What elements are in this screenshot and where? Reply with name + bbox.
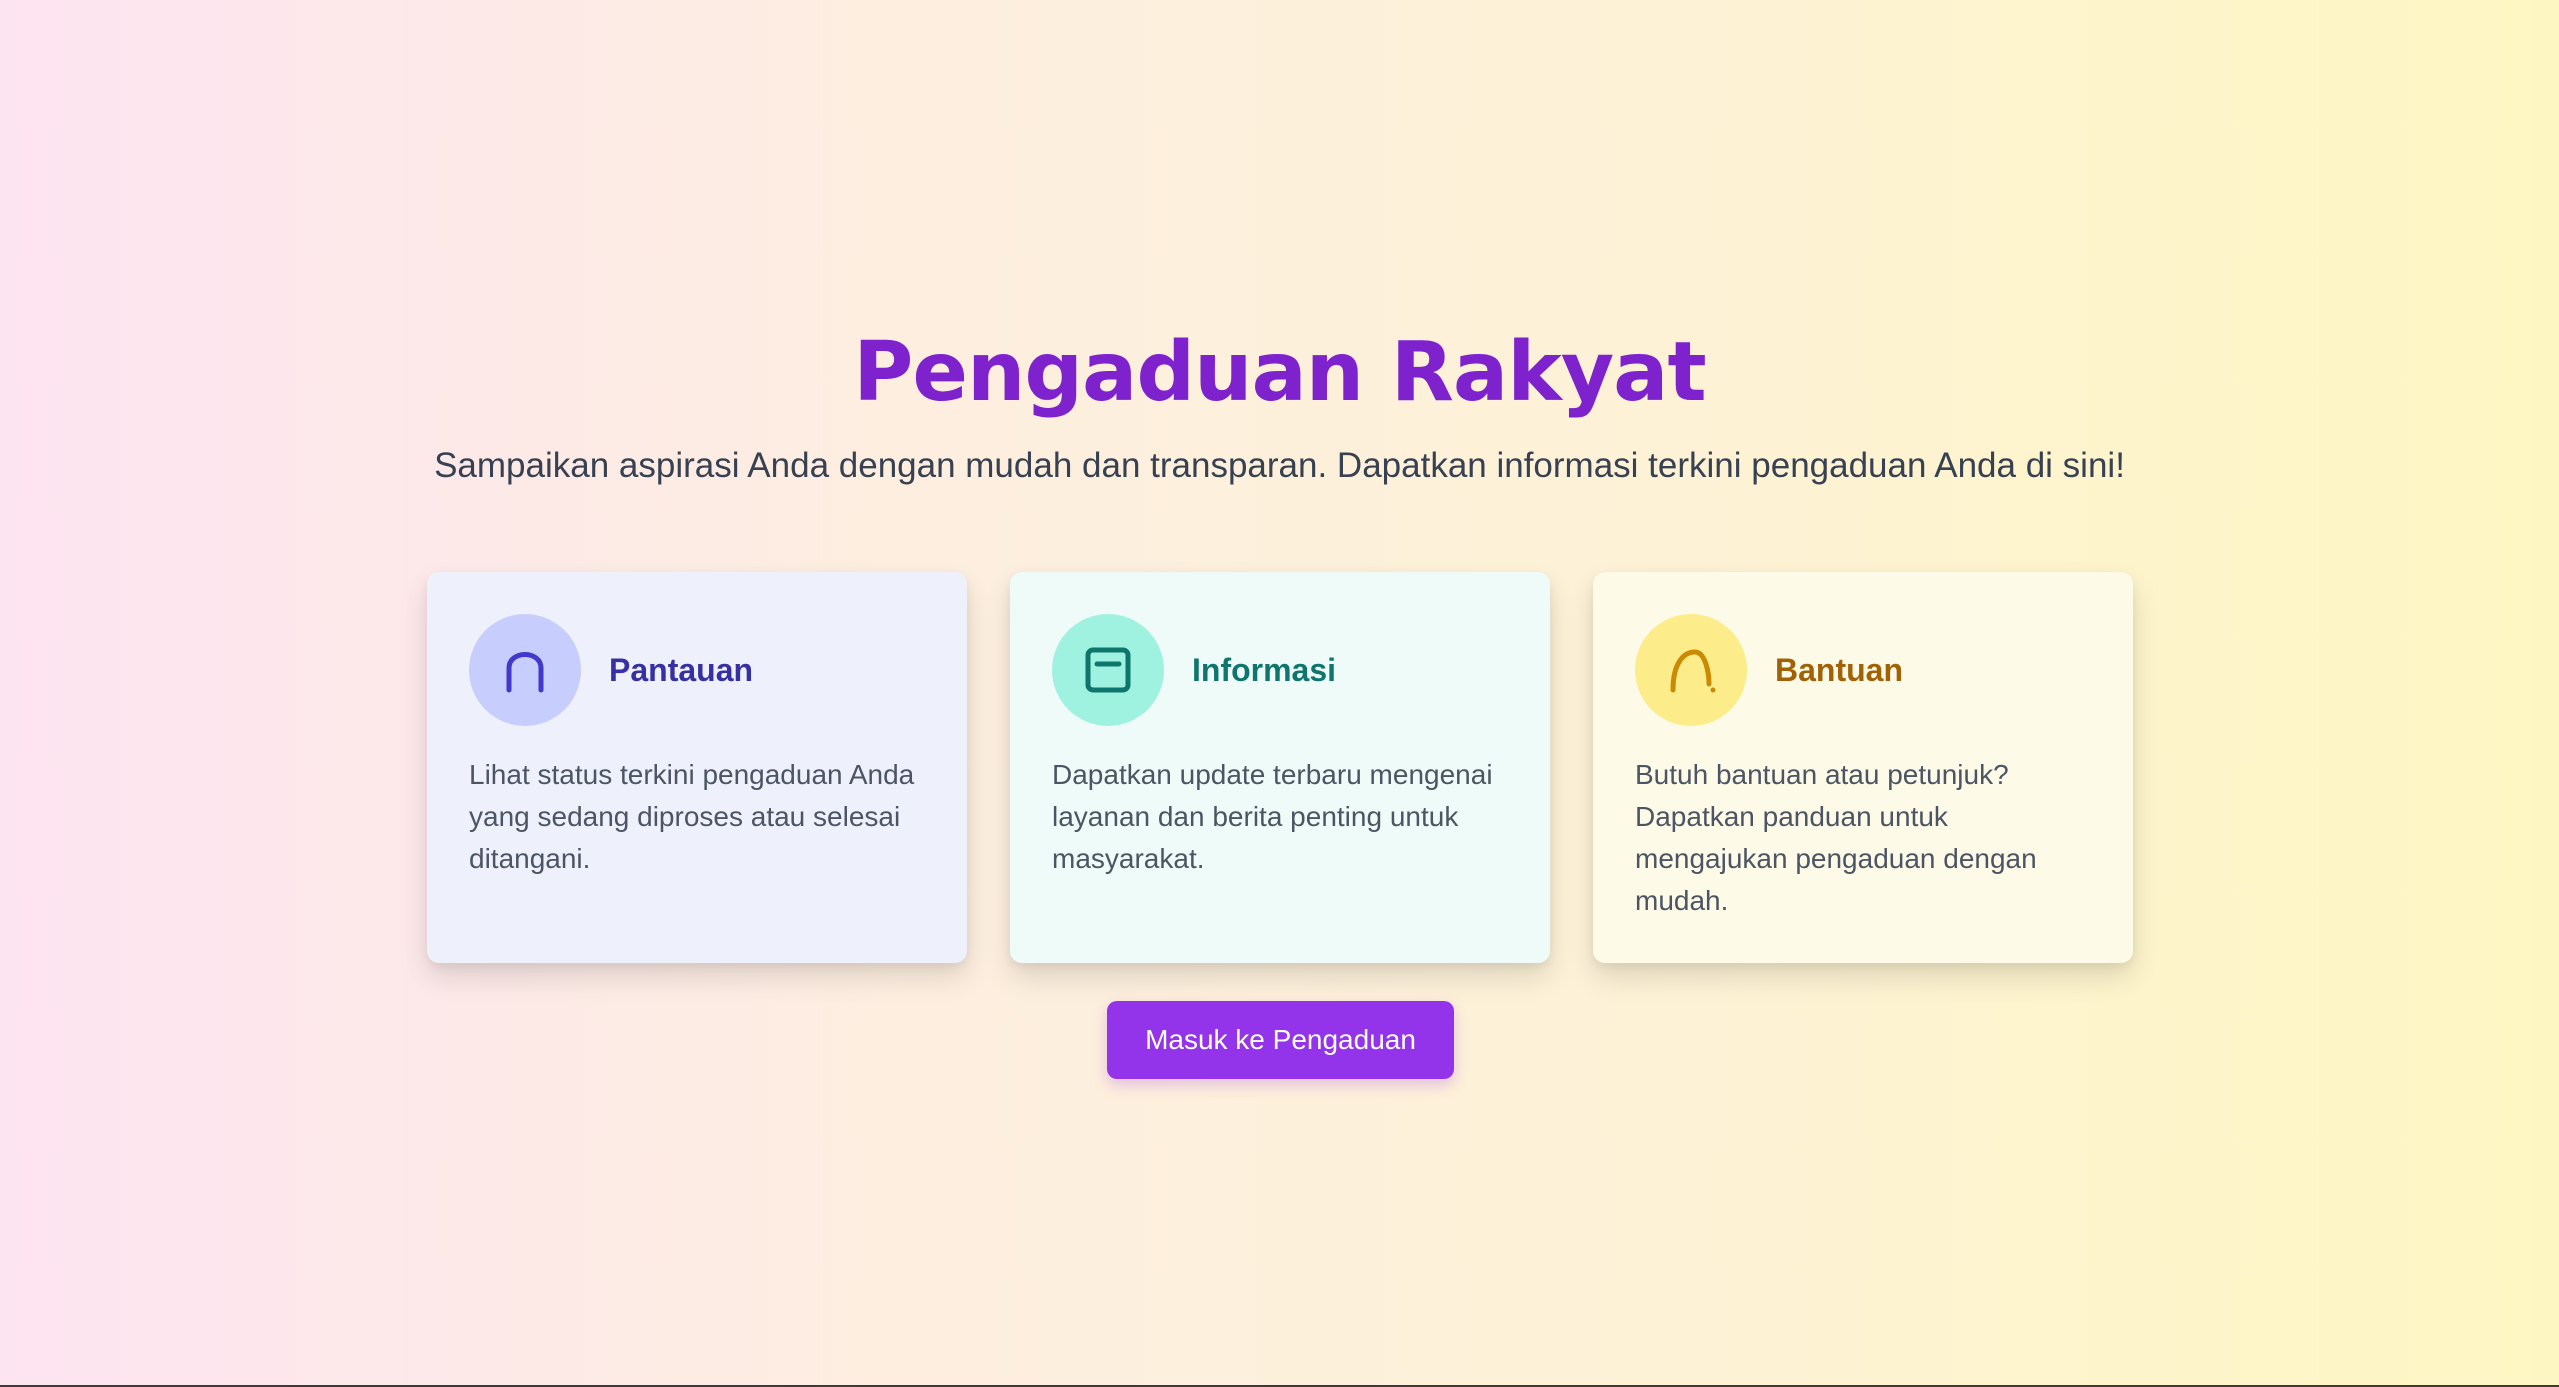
- page-title: Pengaduan Rakyat: [853, 325, 1706, 420]
- card-description: Dapatkan update terbaru mengenai layanan…: [1052, 759, 1493, 874]
- help-curve-icon: [1635, 614, 1747, 726]
- card-informasi: Informasi Dapatkan update terbaru mengen…: [1010, 572, 1550, 963]
- info-box-icon: [1052, 614, 1164, 726]
- masuk-pengaduan-button[interactable]: Masuk ke Pengaduan: [1107, 1001, 1454, 1079]
- landing-page: Pengaduan Rakyat Sampaikan aspirasi Anda…: [0, 0, 2559, 1385]
- page-subtitle: Sampaikan aspirasi Anda dengan mudah dan…: [434, 446, 2125, 485]
- card-title: Informasi: [1192, 652, 1337, 688]
- card-pantauan: Pantauan Lihat status terkini pengaduan …: [427, 572, 967, 963]
- card-title: Pantauan: [609, 652, 754, 688]
- card-description: Butuh bantuan atau petunjuk? Dapatkan pa…: [1635, 759, 2037, 916]
- monitor-arch-icon: [469, 614, 581, 726]
- card-title: Bantuan: [1775, 652, 1903, 688]
- card-bantuan: Bantuan Butuh bantuan atau petunjuk? Dap…: [1593, 572, 2133, 963]
- card-description: Lihat status terkini pengaduan Anda yang…: [469, 759, 915, 874]
